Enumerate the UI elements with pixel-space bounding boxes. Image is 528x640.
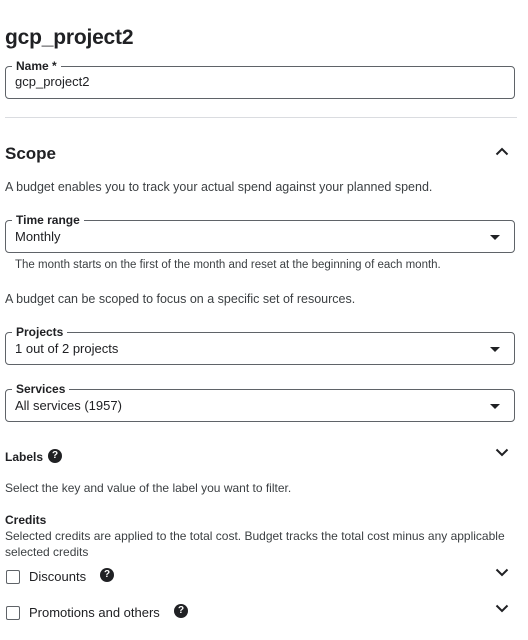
time-range-hint: The month starts on the first of the mon…: [15, 259, 441, 271]
services-select[interactable]: Services All services (1957): [5, 382, 515, 422]
discounts-checkbox[interactable]: [6, 570, 20, 584]
name-field-label: Name *: [12, 59, 61, 73]
chevron-down-icon[interactable]: [494, 564, 510, 580]
help-circle-icon[interactable]: ?: [100, 568, 114, 582]
caret-down-icon: [490, 404, 500, 409]
name-field[interactable]: Name *: [5, 59, 515, 99]
projects-select[interactable]: Projects 1 out of 2 projects: [5, 325, 515, 365]
discounts-label: Discounts: [29, 569, 87, 584]
services-value: All services (1957): [15, 398, 122, 413]
chevron-down-icon[interactable]: [494, 444, 510, 460]
credits-description-line1: Selected credits are applied to the tota…: [5, 529, 505, 543]
name-input[interactable]: [15, 74, 475, 89]
scope-description: A budget enables you to track your actua…: [5, 180, 433, 194]
time-range-value: Monthly: [15, 229, 61, 244]
chevron-up-icon[interactable]: [494, 144, 510, 160]
resources-description: A budget can be scoped to focus on a spe…: [5, 292, 356, 306]
services-label: Services: [12, 382, 70, 396]
credits-title: Credits: [5, 513, 47, 527]
time-range-label: Time range: [12, 213, 84, 227]
time-range-select[interactable]: Time range Monthly: [5, 213, 515, 253]
scope-section-title: Scope: [5, 144, 57, 163]
projects-label: Projects: [12, 325, 68, 339]
help-circle-icon[interactable]: ?: [174, 604, 188, 618]
chevron-down-icon[interactable]: [494, 600, 510, 616]
promotions-checkbox[interactable]: [6, 606, 20, 620]
caret-down-icon: [490, 347, 500, 352]
help-circle-icon[interactable]: ?: [48, 449, 62, 463]
projects-value: 1 out of 2 projects: [15, 341, 119, 356]
page-title: gcp_project2: [5, 26, 134, 49]
credits-description-line2: selected credits: [5, 545, 89, 559]
labels-title: Labels: [5, 450, 44, 464]
caret-down-icon: [490, 235, 500, 240]
promotions-label: Promotions and others: [29, 605, 160, 620]
section-divider: [5, 117, 517, 118]
labels-description: Select the key and value of the label yo…: [5, 481, 292, 495]
